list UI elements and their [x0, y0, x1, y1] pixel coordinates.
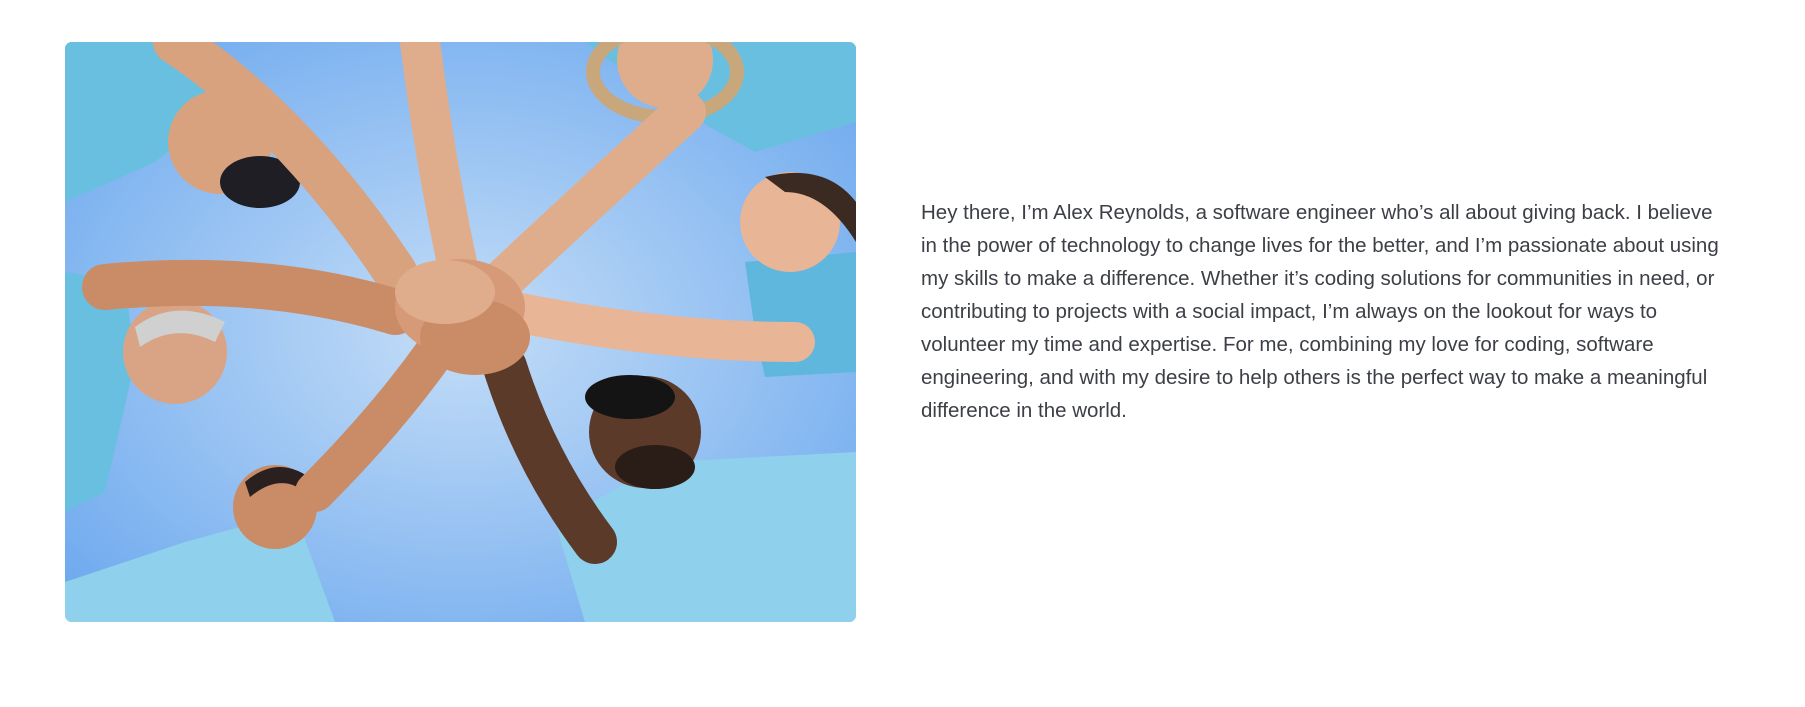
about-section: Hey there, I’m Alex Reynolds, a software…: [0, 0, 1805, 707]
bio-paragraph: Hey there, I’m Alex Reynolds, a software…: [921, 201, 1719, 422]
team-hands-illustration: [65, 42, 856, 622]
team-hands-photo: [65, 42, 856, 622]
